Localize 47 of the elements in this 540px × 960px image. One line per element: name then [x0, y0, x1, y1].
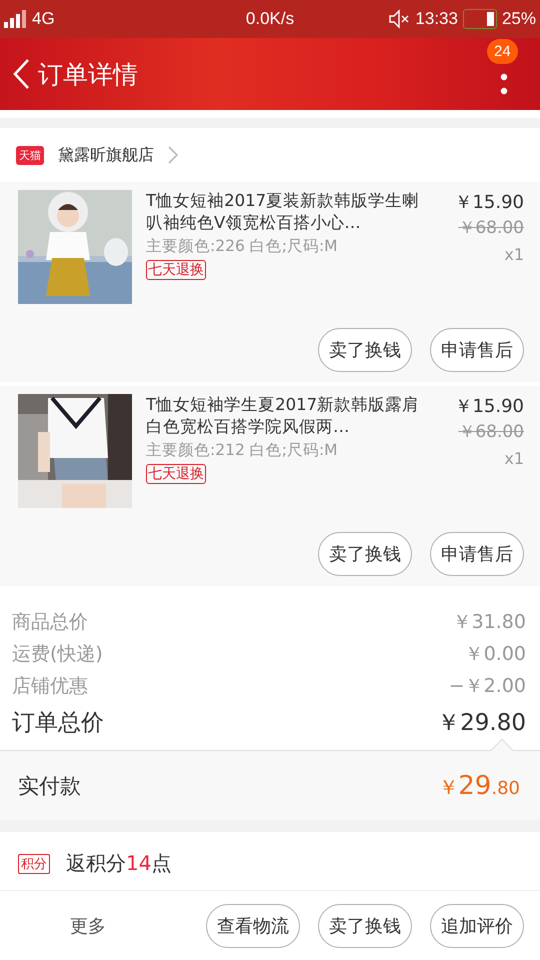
chevron-icon: [168, 146, 178, 164]
product-title[interactable]: T恤女短袖2017夏装新款韩版学生喇叭袖纯色V领宽松百搭小心…: [146, 190, 436, 234]
more-icon: [500, 73, 508, 95]
battery-icon: [462, 9, 497, 29]
action-button[interactable]: 申请售后: [430, 532, 524, 576]
summary-value: ￥29.80: [437, 708, 526, 738]
action-button[interactable]: 查看物流: [206, 904, 300, 948]
paid-label: 实付款: [18, 772, 81, 800]
action-button[interactable]: 申请售后: [430, 328, 524, 372]
summary-value: ￥0.00: [464, 642, 526, 667]
product-spec: 主要颜色:212 白色;尺码:M: [146, 440, 338, 461]
return-tag: 七天退换: [146, 260, 206, 280]
action-button[interactable]: 卖了换钱: [318, 532, 412, 576]
clock: 13:33: [415, 9, 458, 29]
notification-badge: 24: [487, 39, 518, 64]
price: ￥15.90: [454, 191, 524, 214]
action-button[interactable]: 追加评价: [430, 904, 524, 948]
summary-label: 商品总价: [12, 610, 88, 635]
summary-label: 店铺优惠: [12, 674, 88, 699]
points-badge: 积分: [18, 854, 50, 874]
more-link[interactable]: 更多: [60, 914, 116, 938]
network-speed: 0.0K/s: [246, 9, 294, 29]
summary-value: ￥31.80: [452, 610, 526, 635]
network-type: 4G: [32, 9, 55, 29]
quantity: x1: [504, 245, 524, 264]
return-tag: 七天退换: [146, 464, 206, 484]
product-spec: 主要颜色:226 白色;尺码:M: [146, 236, 338, 257]
page-title: 订单详情: [38, 58, 139, 90]
summary-value: −￥2.00: [448, 674, 526, 699]
store-name: 黛露昕旗舰店: [58, 144, 154, 166]
original-price: ￥68.00: [458, 421, 524, 443]
original-price: ￥68.00: [458, 217, 524, 239]
quantity: x1: [504, 449, 524, 468]
points-text: 返积分14点: [66, 850, 172, 877]
back-icon: [12, 58, 30, 90]
back-button[interactable]: [12, 58, 30, 90]
paid-amount: ￥29.80: [438, 770, 520, 800]
product-title[interactable]: T恤女短袖学生夏2017新款韩版露肩白色宽松百搭学院风假两…: [146, 394, 436, 438]
summary-label: 运费(快递): [12, 642, 103, 667]
price: ￥15.90: [454, 395, 524, 418]
action-button[interactable]: 卖了换钱: [318, 328, 412, 372]
store-badge: 天猫: [16, 146, 44, 164]
action-button[interactable]: 卖了换钱: [318, 904, 412, 948]
battery-percent: 25%: [502, 9, 536, 29]
signal-icon: [4, 10, 26, 28]
summary-label: 订单总价: [12, 708, 104, 738]
mute-icon: [388, 9, 410, 29]
